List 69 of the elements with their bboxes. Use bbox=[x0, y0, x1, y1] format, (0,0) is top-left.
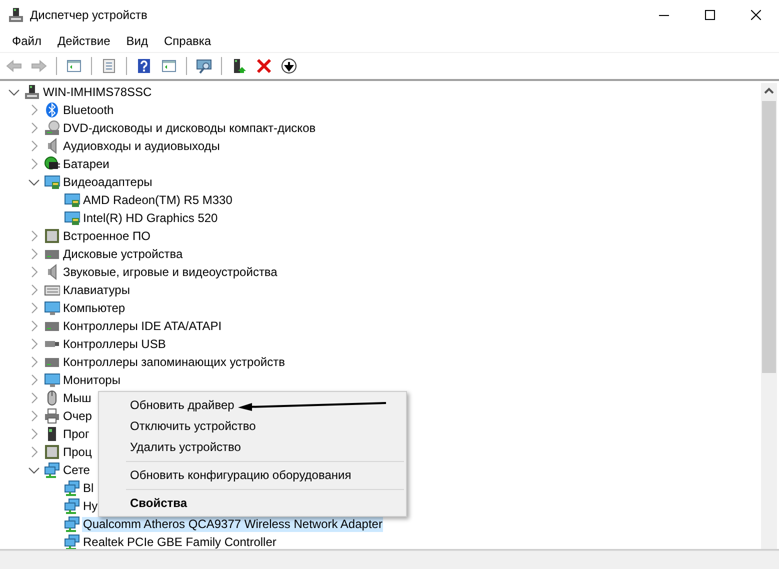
chip-icon bbox=[44, 444, 60, 460]
scrollbar[interactable] bbox=[761, 83, 777, 549]
back-arrow-icon bbox=[6, 58, 22, 74]
menu-item[interactable]: Обновить драйвер bbox=[99, 395, 406, 416]
network-adapter-icon bbox=[64, 534, 80, 549]
menu-item[interactable]: Справка bbox=[156, 34, 220, 48]
tree-item[interactable]: Компьютер bbox=[62, 300, 126, 316]
close-icon bbox=[751, 10, 761, 20]
app-icon bbox=[8, 7, 24, 23]
monitor-icon bbox=[44, 300, 60, 316]
bluetooth-icon bbox=[44, 102, 60, 118]
menu-item[interactable]: Отключить устройство bbox=[99, 416, 406, 437]
menu-item[interactable]: Обновить конфигурацию оборудования bbox=[99, 465, 406, 486]
menu-item[interactable]: Удалить устройство bbox=[99, 437, 406, 458]
chip-icon bbox=[44, 228, 60, 244]
scroll-up-icon bbox=[764, 87, 774, 95]
window-pane-icon bbox=[66, 58, 82, 74]
tree-item[interactable]: Клавиатуры bbox=[62, 282, 131, 298]
tree-item[interactable]: Звуковые, игровые и видеоустройства bbox=[62, 264, 278, 280]
tree-item[interactable]: Контроллеры USB bbox=[62, 336, 167, 352]
computer-icon bbox=[24, 84, 40, 100]
delete-button[interactable] bbox=[254, 56, 274, 76]
display-adapter-icon bbox=[64, 210, 80, 226]
tree-item[interactable]: DVD-дисководы и дисководы компакт-дисков bbox=[62, 120, 317, 136]
down-arrow-button[interactable] bbox=[279, 56, 299, 76]
display-adapter-icon bbox=[44, 174, 60, 190]
device-up-arrow-icon bbox=[231, 58, 247, 74]
tree-item[interactable]: Мониторы bbox=[62, 372, 122, 388]
tree-item[interactable]: Bl bbox=[82, 480, 95, 496]
tree-item[interactable]: Прог bbox=[62, 426, 90, 442]
display-adapter-icon bbox=[64, 192, 80, 208]
tree-item[interactable]: Intel(R) HD Graphics 520 bbox=[82, 210, 219, 226]
network-adapter-icon bbox=[64, 498, 80, 514]
network-adapter-icon bbox=[64, 516, 80, 532]
tree-item[interactable]: Аудиовходы и аудиовыходы bbox=[62, 138, 221, 154]
tree-item[interactable]: Сете bbox=[62, 462, 91, 478]
monitor-magnifier-icon bbox=[196, 58, 212, 74]
help-icon bbox=[136, 58, 152, 74]
tree-item[interactable]: Qualcomm Atheros QCA9377 Wireless Network Adapter bbox=[82, 516, 384, 532]
tree-item[interactable]: Встроенное ПО bbox=[62, 228, 152, 244]
menu-item[interactable]: Файл bbox=[4, 34, 50, 48]
forward-arrow-icon bbox=[31, 58, 47, 74]
tree-item[interactable]: Контроллеры запоминающих устройств bbox=[62, 354, 286, 370]
window-pane-icon bbox=[161, 58, 177, 74]
tree-item[interactable]: Проц bbox=[62, 444, 93, 460]
menu-item[interactable]: Действие bbox=[50, 34, 118, 48]
monitor-icon bbox=[44, 372, 60, 388]
tree-item[interactable]: Bluetooth bbox=[62, 102, 115, 118]
window-title: Диспетчер устройств bbox=[30, 8, 148, 22]
tree-item[interactable]: Очер bbox=[62, 408, 93, 424]
tree-item[interactable]: AMD Radeon(TM) R5 M330 bbox=[82, 192, 234, 208]
tree-item[interactable]: Realtek PCIe GBE Family Controller bbox=[82, 534, 278, 549]
tree-item[interactable]: Дисковые устройства bbox=[62, 246, 184, 262]
delete-icon bbox=[256, 58, 272, 74]
tree-item[interactable]: Мыш bbox=[62, 390, 92, 406]
tree-item[interactable]: Видеоадаптеры bbox=[62, 174, 154, 190]
tree-item[interactable]: Контроллеры IDE ATA/ATAPI bbox=[62, 318, 223, 334]
maximize-icon bbox=[705, 10, 715, 20]
menu-item[interactable]: Вид bbox=[118, 34, 156, 48]
document-icon bbox=[101, 58, 117, 74]
tree-item[interactable]: Батареи bbox=[62, 156, 110, 172]
tree-item[interactable]: Hy bbox=[82, 498, 99, 514]
battery-icon bbox=[44, 156, 60, 172]
network-adapter-icon bbox=[64, 480, 80, 496]
tree-item[interactable]: WIN-IMHIMS78SSC bbox=[42, 84, 153, 100]
menu-item[interactable]: Свойства bbox=[99, 493, 406, 514]
printer-icon bbox=[44, 408, 60, 424]
network-adapter-icon bbox=[44, 462, 60, 478]
disc-drive-icon bbox=[44, 120, 60, 136]
